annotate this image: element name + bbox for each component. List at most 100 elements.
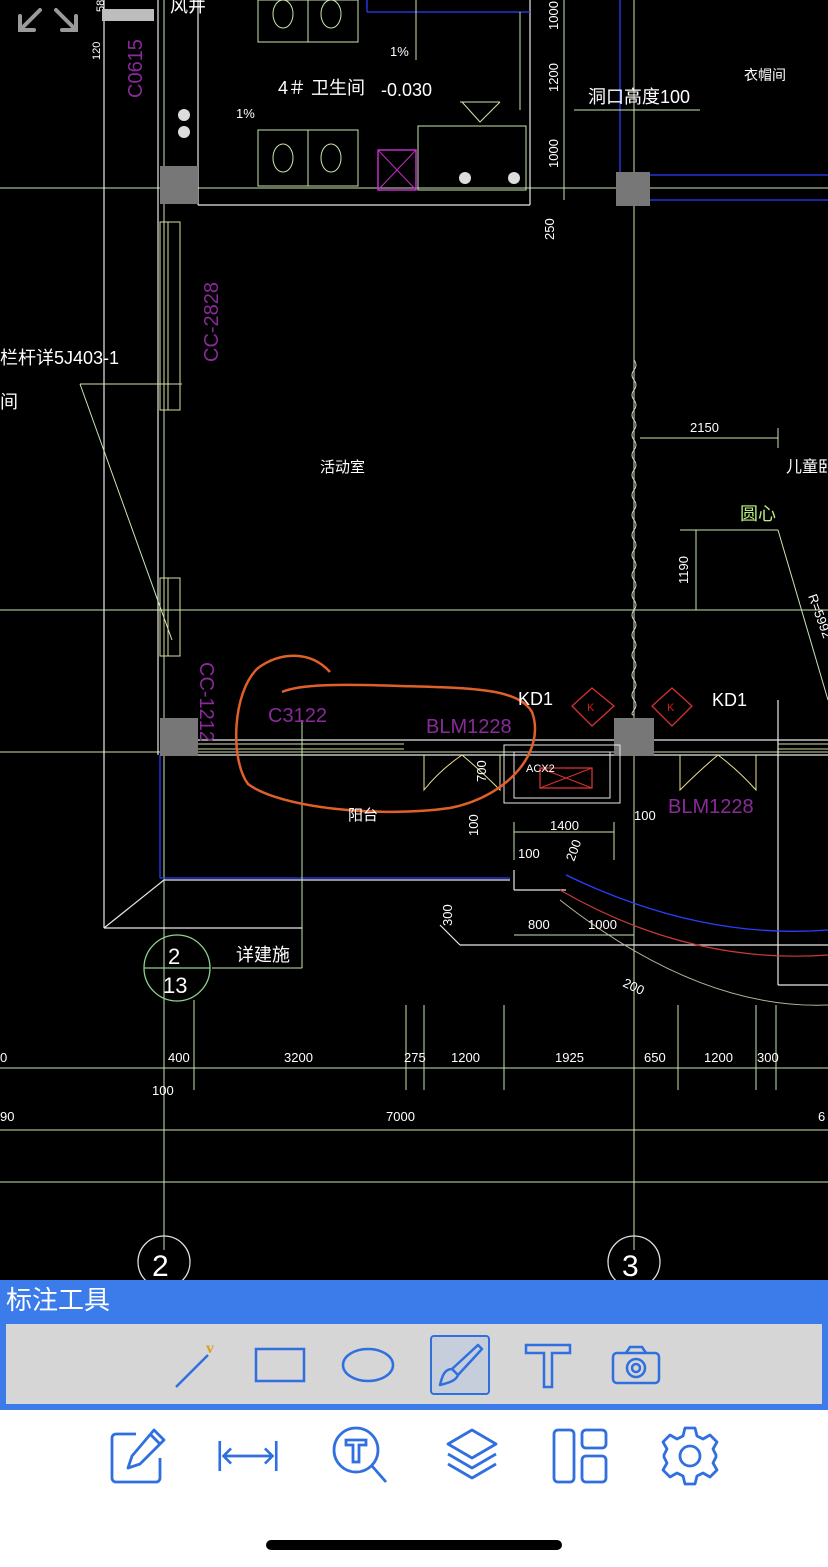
label-kd1b: KD1 [712, 690, 747, 710]
label-d100: 100 [152, 1083, 174, 1098]
label-blm1228a: BLM1228 [426, 716, 512, 738]
minimize-bar-icon[interactable] [102, 9, 154, 21]
pen-line-icon: v [175, 1340, 214, 1388]
label-yimaojian: 衣帽间 [744, 67, 786, 83]
layers-icon [446, 1428, 498, 1480]
label-yangtai: 阳台 [348, 807, 378, 824]
camera-icon [611, 1345, 661, 1385]
label-d90: 90 [0, 1109, 14, 1124]
label-slope2: 1% [236, 106, 255, 121]
text-tool-button[interactable] [518, 1335, 578, 1395]
label-elev: -0.030 [381, 80, 432, 100]
label-d650: 650 [644, 1050, 666, 1065]
label-dim-800: 800 [528, 917, 550, 932]
cad-drawing-canvas[interactable]: C0615 CC-2828 CC-1212 C3122 BLM1228 BLM1… [0, 0, 828, 1280]
detail-numbers: 2 13 [163, 944, 187, 998]
label-hole-height: 洞口高度100 [588, 87, 690, 107]
label-c3122: C3122 [268, 705, 327, 727]
label-dim-100c: 100 [518, 846, 540, 861]
label-k1: K [587, 702, 595, 714]
label-detail-bottom: 13 [163, 973, 187, 998]
label-d0: 0 [0, 1050, 7, 1065]
label-d1200b: 1200 [704, 1050, 733, 1065]
columns [160, 166, 654, 756]
label-axis2: 2 [152, 1250, 169, 1280]
label-detail-top: 2 [168, 944, 180, 969]
label-cc1212: CC-1212 [195, 662, 217, 742]
label-d275: 275 [404, 1050, 426, 1065]
label-d6: 6 [818, 1109, 825, 1124]
k-labels: K K [587, 702, 675, 714]
measure-icon [218, 1440, 278, 1472]
label-d1200a: 1200 [451, 1050, 480, 1065]
label-dim-200b: 200 [621, 975, 647, 998]
label-dim-700: 700 [474, 760, 489, 782]
edit-icon [110, 1428, 166, 1484]
rectangle-icon [254, 1347, 306, 1383]
label-dim-250: 250 [542, 218, 557, 240]
annotation-toolbar-header: 标注工具 [0, 1280, 828, 1322]
walls [103, 0, 828, 986]
drain-symbols [178, 109, 520, 184]
label-d7000: 7000 [386, 1109, 415, 1124]
label-yuanxin: 圆心 [740, 504, 776, 524]
bottom-navigation [0, 1410, 828, 1567]
layers-button[interactable] [440, 1424, 504, 1488]
label-ertong: 儿童卧 [786, 457, 828, 476]
label-xiangjianshi: 详建施 [236, 945, 290, 965]
label-room-side: 间 [0, 392, 18, 412]
layout-button[interactable] [548, 1424, 612, 1488]
measure-button[interactable] [216, 1424, 280, 1488]
annotation-tools-panel: v [6, 1324, 822, 1404]
label-huodongshi: 活动室 [320, 459, 365, 476]
label-dim-300v: 300 [440, 904, 455, 926]
ellipse-icon [341, 1347, 395, 1383]
label-dim-200a: 200 [563, 838, 585, 864]
label-kd1a: KD1 [518, 689, 553, 709]
label-dim-2150: 2150 [690, 420, 719, 435]
label-blm1228b: BLM1228 [668, 796, 754, 818]
annotation-toolbar: v [0, 1322, 828, 1410]
home-indicator[interactable] [266, 1540, 562, 1550]
windows [159, 221, 828, 750]
dimension-lines [0, 0, 828, 1090]
beige-curve [559, 899, 828, 1006]
label-dim-1200v: 1200 [546, 63, 561, 92]
label-fengjing: 风井 [170, 0, 206, 16]
rectangle-tool-button[interactable] [250, 1335, 310, 1395]
label-toilet: 4＃ 卫生间 [278, 78, 365, 98]
label-c0615: C0615 [125, 39, 147, 98]
label-dim-120a: 120 [91, 42, 103, 60]
label-axis3: 3 [622, 1250, 639, 1280]
label-d1925: 1925 [555, 1050, 584, 1065]
label-cc2828: CC-2828 [201, 282, 223, 362]
magenta-labels: C0615 CC-2828 CC-1212 C3122 BLM1228 BLM1… [125, 39, 754, 818]
label-dim-1400: 1400 [550, 818, 579, 833]
label-dim-1000: 1000 [588, 917, 617, 932]
text-t-icon [524, 1343, 572, 1389]
label-acx2: ACX2 [526, 763, 555, 775]
settings-button[interactable] [658, 1424, 722, 1488]
label-dim-1000v2: 1000 [546, 1, 561, 30]
brush-icon [438, 1343, 484, 1387]
label-dim-1000v: 1000 [546, 139, 561, 168]
dimension-labels: 1% 1% 120 58 1200 1000 1000 250 2150 119… [0, 0, 828, 1124]
line-tool-button[interactable]: v [166, 1335, 226, 1395]
white-labels: 风井 4＃ 卫生间 -0.030 洞口高度100 衣帽间 栏杆详5J403-1 … [0, 0, 828, 965]
toolbar-title: 标注工具 [6, 1286, 111, 1316]
label-d3200: 3200 [284, 1050, 313, 1065]
label-d300: 300 [757, 1050, 779, 1065]
label-dim-100a: 100 [466, 814, 481, 836]
ellipse-tool-button[interactable] [338, 1335, 398, 1395]
text-search-icon [332, 1426, 388, 1483]
svg-text:v: v [206, 1340, 214, 1357]
label-railing: 栏杆详5J403-1 [0, 348, 119, 368]
text-search-button[interactable] [328, 1424, 392, 1488]
label-dim-100b: 100 [634, 808, 656, 823]
camera-tool-button[interactable] [606, 1335, 666, 1395]
collapse-arrows-icon[interactable] [14, 4, 82, 38]
freehand-tool-button[interactable] [430, 1335, 490, 1395]
axis-circles [137, 1235, 661, 1280]
axis-numbers: 2 3 [152, 1250, 639, 1280]
annotate-button[interactable] [106, 1424, 170, 1488]
